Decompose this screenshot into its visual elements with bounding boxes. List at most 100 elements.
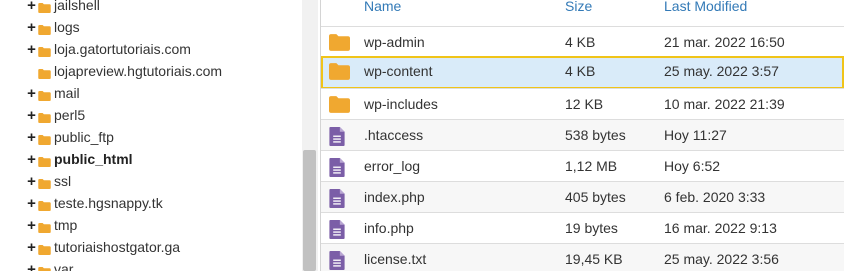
file-icon bbox=[329, 220, 345, 239]
file-last-modified: 25 may. 2022 3:57 bbox=[664, 63, 779, 79]
file-name: wp-content bbox=[364, 63, 433, 79]
expand-icon[interactable]: + bbox=[26, 174, 37, 189]
folder-icon bbox=[38, 223, 51, 233]
table-row[interactable]: error_log 1,12 MB Hoy 6:52 bbox=[321, 150, 844, 181]
file-last-modified: 16 mar. 2022 9:13 bbox=[664, 220, 777, 236]
table-row[interactable]: license.txt 19,45 KB 25 may. 2022 3:56 bbox=[321, 243, 844, 271]
tree-item-label[interactable]: logs bbox=[54, 19, 80, 35]
file-last-modified: 10 mar. 2022 21:39 bbox=[664, 96, 785, 112]
folder-icon bbox=[38, 91, 51, 101]
file-size: 19 bytes bbox=[565, 220, 618, 236]
tree-item[interactable]: + tutoriaishostgator.ga bbox=[0, 236, 222, 258]
expand-icon[interactable]: + bbox=[26, 108, 37, 123]
tree-item[interactable]: + perl5 bbox=[0, 104, 222, 126]
folder-icon bbox=[38, 245, 51, 255]
expand-icon[interactable]: + bbox=[26, 196, 37, 211]
tree-item-label[interactable]: lojapreview.hgtutoriais.com bbox=[54, 63, 222, 79]
tree-item[interactable]: + var bbox=[0, 258, 222, 271]
column-header-size[interactable]: Size bbox=[565, 0, 592, 14]
folder-icon bbox=[329, 96, 350, 113]
file-last-modified: Hoy 11:27 bbox=[664, 127, 727, 143]
row-icon bbox=[329, 220, 345, 242]
folder-icon-wrapper bbox=[38, 198, 51, 211]
folder-icon-wrapper bbox=[38, 242, 51, 255]
folder-icon bbox=[38, 25, 51, 35]
tree-item[interactable]: + mail bbox=[0, 82, 222, 104]
expand-icon[interactable]: + bbox=[26, 240, 37, 255]
tree-item[interactable]: + ssl bbox=[0, 170, 222, 192]
tree-item[interactable]: + public_html bbox=[0, 148, 222, 170]
tree-item-label[interactable]: ssl bbox=[54, 173, 71, 189]
folder-icon bbox=[38, 179, 51, 189]
table-row[interactable]: index.php 405 bytes 6 feb. 2020 3:33 bbox=[321, 181, 844, 212]
file-icon bbox=[329, 127, 345, 146]
tree-item[interactable]: lojapreview.hgtutoriais.com bbox=[0, 60, 222, 82]
folder-icon-wrapper bbox=[38, 88, 51, 101]
folder-icon bbox=[329, 63, 350, 80]
row-icon bbox=[329, 189, 345, 211]
tree-item[interactable]: + jailshell bbox=[0, 0, 222, 16]
tree-scrollbar-thumb[interactable] bbox=[303, 150, 316, 271]
table-row[interactable]: wp-includes 12 KB 10 mar. 2022 21:39 bbox=[321, 88, 844, 119]
file-last-modified: 6 feb. 2020 3:33 bbox=[664, 189, 766, 205]
tree-item-label[interactable]: perl5 bbox=[54, 107, 85, 123]
tree-item-label[interactable]: public_html bbox=[54, 151, 133, 167]
tree-item-label[interactable]: tutoriaishostgator.ga bbox=[54, 239, 180, 255]
folder-icon-wrapper bbox=[38, 264, 51, 271]
file-name: license.txt bbox=[364, 251, 427, 267]
expand-icon[interactable]: + bbox=[26, 152, 37, 167]
table-row[interactable]: info.php 19 bytes 16 mar. 2022 9:13 bbox=[321, 212, 844, 243]
folder-icon-wrapper bbox=[38, 0, 51, 13]
folder-icon bbox=[38, 201, 51, 211]
tree-item[interactable]: + teste.hgsnappy.tk bbox=[0, 192, 222, 214]
tree-item-label[interactable]: jailshell bbox=[54, 0, 100, 13]
row-icon bbox=[329, 96, 350, 116]
folder-icon-wrapper bbox=[38, 44, 51, 57]
tree-item-label[interactable]: public_ftp bbox=[54, 129, 114, 145]
expand-icon[interactable]: + bbox=[26, 42, 37, 57]
column-header-name[interactable]: Name bbox=[364, 0, 401, 14]
tree-item[interactable]: + loja.gatortutoriais.com bbox=[0, 38, 222, 60]
file-icon bbox=[329, 189, 345, 208]
tree-item-label[interactable]: var bbox=[54, 261, 73, 271]
row-icon bbox=[329, 158, 345, 180]
tree-item-label[interactable]: mail bbox=[54, 85, 80, 101]
file-size: 4 KB bbox=[565, 34, 596, 50]
row-icon bbox=[329, 127, 345, 149]
file-last-modified: Hoy 6:52 bbox=[664, 158, 721, 174]
folder-icon bbox=[38, 135, 51, 145]
expand-icon[interactable]: + bbox=[26, 20, 37, 35]
file-name: error_log bbox=[364, 158, 421, 174]
tree-item[interactable]: + tmp bbox=[0, 214, 222, 236]
expand-icon[interactable]: + bbox=[26, 130, 37, 145]
file-size: 405 bytes bbox=[565, 189, 626, 205]
table-header: Name Size Last Modified bbox=[321, 0, 844, 20]
expand-icon[interactable]: + bbox=[26, 218, 37, 233]
folder-icon bbox=[38, 3, 51, 13]
expand-icon[interactable]: + bbox=[26, 262, 37, 271]
tree-item-label[interactable]: teste.hgsnappy.tk bbox=[54, 195, 163, 211]
file-table: Name Size Last Modified wp-admin 4 KB 21 m… bbox=[321, 0, 844, 271]
file-size: 12 KB bbox=[565, 96, 604, 112]
file-name: info.php bbox=[364, 220, 414, 236]
table-row[interactable]: .htaccess 538 bytes Hoy 11:27 bbox=[321, 119, 844, 150]
file-last-modified: 21 mar. 2022 16:50 bbox=[664, 34, 785, 50]
file-size: 1,12 MB bbox=[565, 158, 618, 174]
directory-tree: + jailshell + logs + loja.gatortutoriais.com l… bbox=[0, 0, 300, 271]
file-name: index.php bbox=[364, 189, 425, 205]
directory-tree-list: + jailshell + logs + loja.gatortutoriais.com l… bbox=[0, 0, 222, 271]
tree-item[interactable]: + public_ftp bbox=[0, 126, 222, 148]
expand-icon[interactable]: + bbox=[26, 0, 37, 13]
folder-icon-wrapper bbox=[38, 154, 51, 167]
folder-icon bbox=[38, 157, 51, 167]
column-header-last-modified[interactable]: Last Modified bbox=[664, 0, 747, 14]
expand-icon[interactable]: + bbox=[26, 86, 37, 101]
table-row[interactable]: wp-admin 4 KB 21 mar. 2022 16:50 bbox=[321, 26, 844, 57]
tree-item-label[interactable]: loja.gatortutoriais.com bbox=[54, 41, 191, 57]
table-row[interactable]: wp-content 4 KB 25 may. 2022 3:57 bbox=[321, 56, 844, 89]
tree-item-label[interactable]: tmp bbox=[54, 217, 77, 233]
folder-icon-wrapper bbox=[38, 66, 51, 79]
folder-icon-wrapper bbox=[38, 22, 51, 35]
tree-item[interactable]: + logs bbox=[0, 16, 222, 38]
file-size: 4 KB bbox=[565, 63, 596, 79]
